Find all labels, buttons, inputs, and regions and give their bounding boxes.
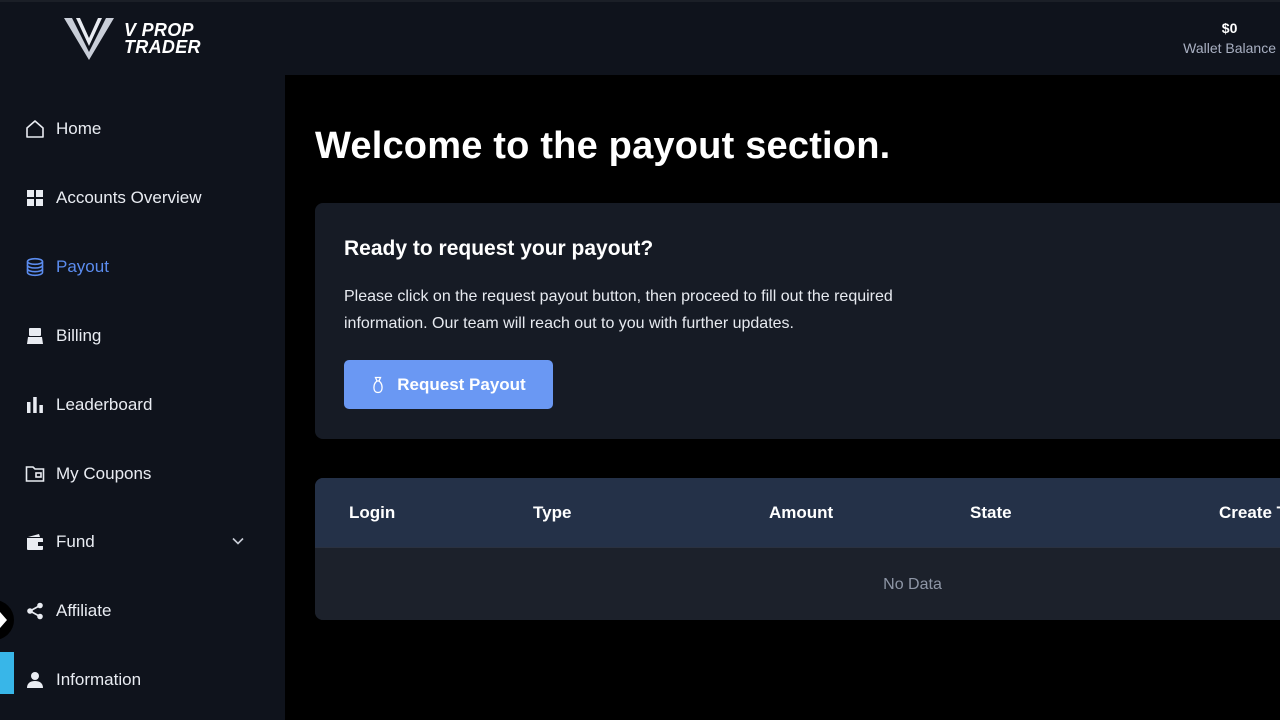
sidebar-item-leaderboard[interactable]: Leaderboard (24, 388, 249, 422)
sidebar-item-information[interactable]: Information (24, 663, 249, 697)
bar-chart-icon (24, 394, 46, 416)
sidebar-item-label: Fund (56, 532, 95, 551)
empty-state-text: No Data (883, 576, 942, 593)
sidebar-item-affiliate[interactable]: Affiliate (24, 594, 249, 628)
sidebar-item-billing[interactable]: Billing (24, 319, 249, 353)
column-header-state[interactable]: State (970, 503, 1012, 523)
wallet-balance[interactable]: $0 Wallet Balance (1183, 20, 1276, 56)
sidebar-item-label: Information (56, 670, 142, 689)
column-header-login[interactable]: Login (349, 503, 395, 523)
sidebar-item-label: Leaderboard (56, 395, 153, 414)
payout-table: Login Type Amount State Create T No Data (315, 478, 1280, 620)
folder-icon (24, 463, 46, 485)
grid-icon (24, 187, 46, 209)
sidebar-item-label: Payout (56, 257, 109, 276)
wallet-icon (24, 531, 46, 553)
column-header-amount[interactable]: Amount (769, 503, 833, 523)
sidebar-item-label: Home (56, 119, 102, 138)
user-icon (24, 669, 46, 691)
brand-logo[interactable]: V PROP TRADER (62, 16, 201, 62)
sidebar-item-my-coupons[interactable]: My Coupons (24, 457, 249, 491)
sidebar-item-label: My Coupons (56, 464, 152, 483)
side-tab-handle[interactable] (0, 652, 14, 694)
sidebar-item-label: Billing (56, 326, 102, 345)
sidebar-item-accounts-overview[interactable]: Accounts Overview (24, 181, 249, 215)
brand-line-2: TRADER (124, 37, 201, 57)
sidebar-item-home[interactable]: Home (24, 112, 249, 146)
column-header-create-time[interactable]: Create T (1219, 503, 1280, 523)
sidebar-item-fund[interactable]: Fund (24, 525, 249, 559)
sidebar-item-label: Accounts Overview (56, 188, 202, 207)
table-header: Login Type Amount State Create T (315, 478, 1280, 547)
chevron-down-icon[interactable] (231, 534, 245, 553)
sidebar-item-label: Affiliate (56, 601, 112, 620)
database-icon (24, 256, 46, 278)
card-title: Ready to request your payout? (344, 237, 654, 260)
table-body: No Data (315, 547, 1280, 620)
sidebar-item-payout[interactable]: Payout (24, 250, 249, 284)
brand-name: V PROP TRADER (124, 21, 201, 57)
sidebar: Home Accounts Overview Payout Billing Le… (0, 75, 285, 720)
main-content: Welcome to the payout section. Ready to … (285, 75, 1280, 720)
wallet-label: Wallet Balance (1183, 40, 1276, 56)
payout-request-card: Ready to request your payout? Please cli… (315, 203, 1280, 439)
cash-register-icon (24, 325, 46, 347)
column-header-type[interactable]: Type (533, 503, 571, 523)
page-title: Welcome to the payout section. (315, 125, 891, 167)
v-logo-icon (64, 18, 114, 60)
top-bar: V PROP TRADER $0 Wallet Balance (0, 0, 1280, 75)
money-bag-icon (371, 376, 385, 394)
wallet-amount: $0 (1221, 20, 1238, 36)
request-payout-label: Request Payout (397, 374, 526, 394)
home-icon (24, 118, 46, 140)
request-payout-button[interactable]: Request Payout (344, 360, 553, 409)
share-icon (24, 600, 46, 622)
card-description: Please click on the request payout butto… (344, 288, 893, 332)
